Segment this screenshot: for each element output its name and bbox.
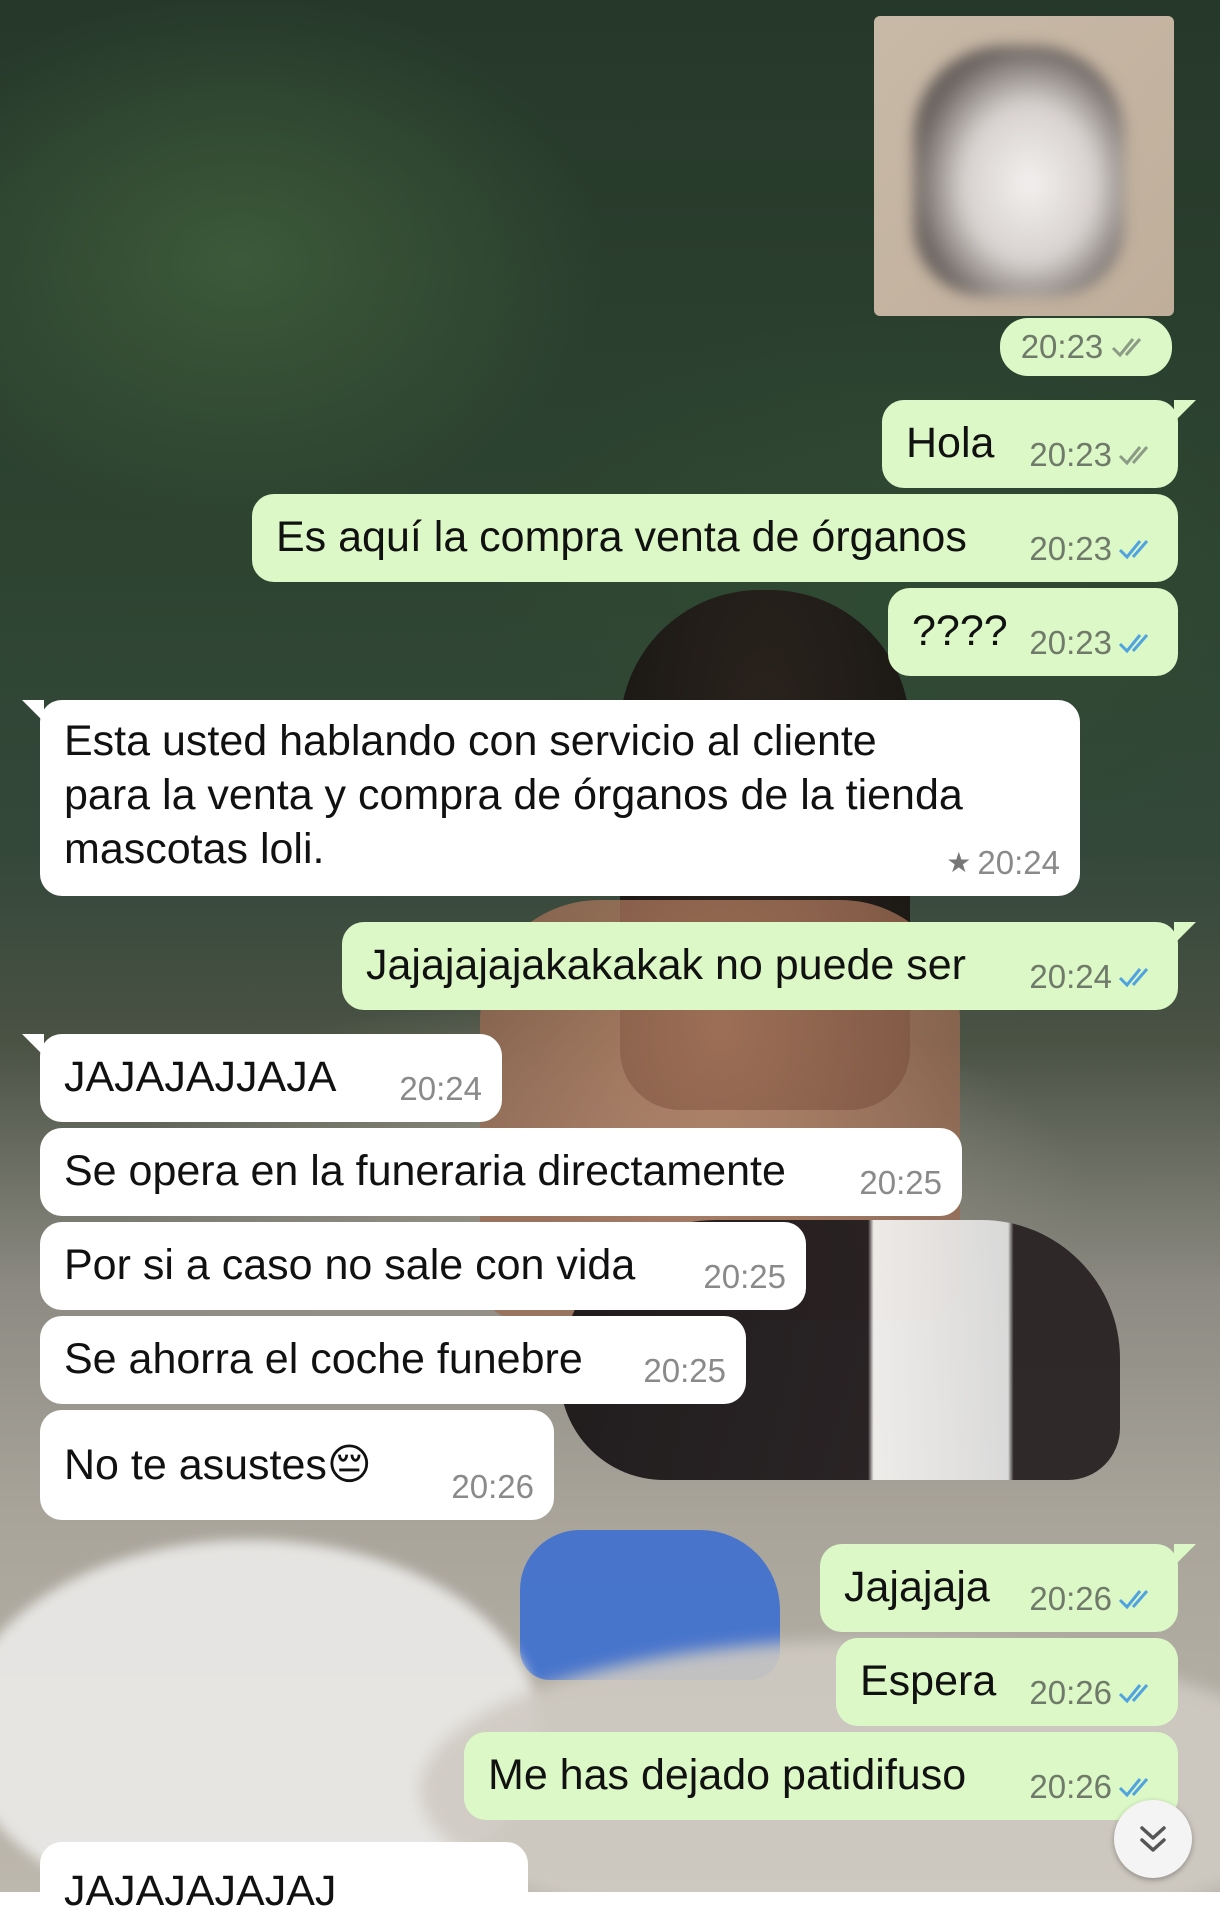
image-message-meta: 20:23 xyxy=(1000,318,1172,376)
incoming-message[interactable]: JAJAJAJJAJA 20:24 xyxy=(22,1034,502,1122)
message-text: Se opera en la funeraria directamente xyxy=(64,1147,786,1195)
message-text: Por si a caso no sale con vida xyxy=(64,1241,636,1289)
message-time: 20:26 xyxy=(1029,1768,1112,1805)
message-text: JAJAJAJAJAJ xyxy=(64,1867,337,1915)
star-icon: ★ xyxy=(946,847,972,878)
message-meta: 20:24 xyxy=(399,1062,482,1116)
message-text: No te asustes😔 xyxy=(64,1441,372,1489)
outgoing-message[interactable]: Es aquí la compra venta de órganos 20:23 xyxy=(252,494,1178,582)
delivered-ticks-icon xyxy=(1111,334,1151,360)
read-ticks-icon xyxy=(1118,1774,1158,1800)
incoming-message[interactable]: No te asustes😔 20:26 xyxy=(40,1410,554,1520)
incoming-message[interactable]: Esta usted hablando con servicio al clie… xyxy=(22,700,1080,896)
message-text: Jajajaja xyxy=(844,1563,990,1611)
message-time: 20:25 xyxy=(643,1352,726,1389)
message-time: 20:24 xyxy=(1029,958,1112,995)
message-text-line: mascotas loli. xyxy=(64,825,325,873)
message-text: JAJAJAJJAJA xyxy=(64,1053,337,1101)
cat-photo xyxy=(914,46,1124,296)
message-text-line: para la venta y compra de órganos de la … xyxy=(64,771,963,819)
outgoing-message[interactable]: Espera 20:26 xyxy=(836,1638,1178,1726)
double-chevron-down-icon xyxy=(1140,1826,1166,1852)
message-text-line: Esta usted hablando con servicio al clie… xyxy=(64,717,877,765)
incoming-message[interactable]: JAJAJAJAJAJ xyxy=(40,1842,528,1922)
message-time: 20:26 xyxy=(451,1468,534,1505)
read-ticks-icon xyxy=(1118,630,1158,656)
message-meta: 20:26 xyxy=(1029,1572,1158,1626)
read-ticks-icon xyxy=(1118,536,1158,562)
message-text: Es aquí la compra venta de órganos xyxy=(276,513,967,561)
scroll-to-bottom-button[interactable] xyxy=(1114,1800,1192,1878)
message-text: ???? xyxy=(912,607,1008,655)
message-meta: 20:23 xyxy=(1029,428,1158,482)
image-message[interactable] xyxy=(874,16,1174,316)
incoming-message[interactable]: Se opera en la funeraria directamente 20… xyxy=(40,1128,962,1216)
incoming-message[interactable]: Por si a caso no sale con vida 20:25 xyxy=(40,1222,806,1310)
outgoing-message[interactable]: Jajajaja 20:26 xyxy=(820,1544,1196,1632)
outgoing-message[interactable]: Hola 20:23 xyxy=(882,400,1196,488)
message-meta: 20:25 xyxy=(643,1344,726,1398)
outgoing-message[interactable]: Jajajajajakakakak no puede ser 20:24 xyxy=(342,922,1196,1010)
outgoing-message[interactable]: ???? 20:23 xyxy=(888,588,1178,676)
read-ticks-icon xyxy=(1118,964,1158,990)
message-time: 20:25 xyxy=(859,1164,942,1201)
message-meta: ★ 20:24 xyxy=(946,836,1060,890)
incoming-message[interactable]: Se ahorra el coche funebre 20:25 xyxy=(40,1316,746,1404)
message-time: 20:24 xyxy=(399,1070,482,1107)
message-meta: 20:25 xyxy=(703,1250,786,1304)
outgoing-message[interactable]: Me has dejado patidifuso 20:26 xyxy=(464,1732,1178,1820)
message-meta: 20:26 xyxy=(451,1460,534,1514)
message-time: 20:25 xyxy=(703,1258,786,1295)
message-time: 20:23 xyxy=(1029,436,1112,473)
message-time: 20:26 xyxy=(1029,1674,1112,1711)
message-text: Se ahorra el coche funebre xyxy=(64,1335,583,1383)
delivered-ticks-icon xyxy=(1118,442,1158,468)
message-meta: 20:23 xyxy=(1029,616,1158,670)
message-list[interactable]: 20:23 Hola 20:23 Es aquí la compra venta… xyxy=(0,0,1220,1922)
message-text: Jajajajajakakakak no puede ser xyxy=(366,941,967,989)
message-time: 20:24 xyxy=(977,844,1060,881)
message-text: Me has dejado patidifuso xyxy=(488,1751,967,1799)
message-time: 20:23 xyxy=(1029,624,1112,661)
read-ticks-icon xyxy=(1118,1586,1158,1612)
message-text: Espera xyxy=(860,1657,997,1705)
message-meta: 20:25 xyxy=(859,1156,942,1210)
message-time: 20:23 xyxy=(1020,328,1104,365)
message-meta: 20:23 xyxy=(1029,522,1158,576)
read-ticks-icon xyxy=(1118,1680,1158,1706)
message-meta: 20:26 xyxy=(1029,1666,1158,1720)
message-meta: 20:24 xyxy=(1029,950,1158,1004)
message-text: Hola xyxy=(906,419,995,467)
message-time: 20:26 xyxy=(1029,1580,1112,1617)
message-time: 20:23 xyxy=(1029,530,1112,567)
